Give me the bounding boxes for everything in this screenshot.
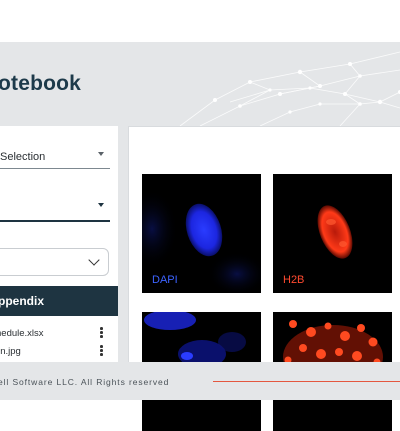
- chevron-down-icon: [98, 203, 104, 207]
- file-name: lin.jpg: [0, 346, 21, 357]
- channel-label: H2B: [283, 274, 305, 286]
- app-header: otebook: [0, 42, 400, 126]
- chevron-down-icon: [98, 152, 104, 156]
- secondary-underline: [0, 220, 110, 222]
- chevron-down-icon: [88, 254, 100, 266]
- selection-dropdown[interactable]: Selection: [0, 142, 110, 170]
- image-tile-h2b[interactable]: H2B: [273, 174, 392, 293]
- accent-line: [213, 381, 400, 382]
- channel-label: DAPI: [152, 274, 178, 286]
- appendix-header[interactable]: ppendix: [0, 286, 118, 316]
- selection-underline: [0, 168, 110, 169]
- file-item[interactable]: lin.jpg: [0, 343, 118, 361]
- top-band: [0, 0, 400, 42]
- selection-dropdown-value: Selection: [0, 151, 46, 163]
- collapsible-select[interactable]: [0, 248, 109, 276]
- more-vert-icon[interactable]: [100, 327, 103, 340]
- page-title: otebook: [0, 72, 82, 95]
- image-panel: DAPI H2B: [128, 126, 400, 431]
- appendix-title: ppendix: [0, 294, 45, 308]
- file-name: hedule.xlsx: [0, 328, 44, 339]
- copyright-text: ell Software LLC. All Rights reserved: [0, 377, 170, 387]
- content-gutter: [118, 126, 128, 362]
- image-tile-dapi[interactable]: DAPI: [142, 174, 261, 293]
- secondary-dropdown[interactable]: [0, 192, 110, 220]
- footer: ell Software LLC. All Rights reserved: [0, 362, 400, 400]
- file-item[interactable]: hedule.xlsx: [0, 325, 118, 343]
- more-vert-icon[interactable]: [100, 345, 103, 358]
